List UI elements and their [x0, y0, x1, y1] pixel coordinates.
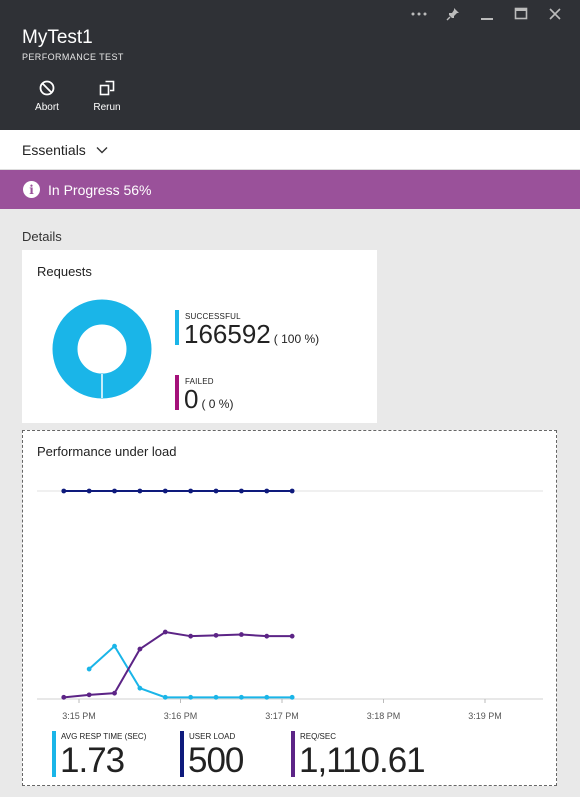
- requests-donut-chart: [52, 299, 152, 399]
- series-point-avg-resp-time-sec: [137, 685, 143, 691]
- rerun-label: Rerun: [93, 102, 121, 113]
- series-point-user-load: [86, 488, 92, 494]
- series-point-avg-resp-time-sec: [188, 694, 194, 700]
- avg-resp-time-value: 1.73: [60, 741, 125, 780]
- chart-x-tick-label: 3:18 PM: [367, 711, 401, 721]
- series-point-user-load: [188, 488, 194, 494]
- blade-subtitle: PERFORMANCE TEST: [22, 52, 124, 62]
- failed-percent: ( 0 %): [201, 397, 234, 411]
- series-point-user-load: [239, 488, 244, 494]
- successful-count: 166592: [184, 319, 271, 349]
- chart-x-tick-label: 3:17 PM: [265, 711, 299, 721]
- chart-x-tick-label: 3:15 PM: [62, 711, 96, 721]
- series-point-avg-resp-time-sec: [112, 643, 117, 649]
- series-point-avg-resp-time-sec: [264, 694, 270, 700]
- abort-button[interactable]: Abort: [25, 78, 69, 113]
- successful-percent: ( 100 %): [273, 332, 320, 346]
- chart-x-tick-label: 3:19 PM: [468, 711, 502, 721]
- series-point-user-load: [162, 488, 168, 494]
- maximize-icon[interactable]: [504, 4, 538, 24]
- performance-line-chart: 3:15 PM 3:16 PM 3:17 PM 3:18 PM 3:19 PM: [37, 488, 543, 721]
- close-icon[interactable]: [538, 4, 572, 24]
- essentials-toggle[interactable]: Essentials: [0, 130, 580, 170]
- chart-x-tick-label: 3:16 PM: [164, 711, 198, 721]
- abort-icon: [25, 78, 69, 98]
- successful-value-line: 166592( 100 %): [184, 319, 319, 350]
- req-per-sec-label: REQ/SEC: [300, 732, 337, 741]
- series-point-req-sec: [188, 633, 194, 639]
- successful-color-bar: [175, 310, 179, 345]
- series-point-req-sec: [112, 690, 117, 696]
- series-point-avg-resp-time-sec: [86, 666, 92, 672]
- pin-icon[interactable]: [436, 4, 470, 24]
- info-icon: i: [23, 181, 40, 198]
- user-load-value: 500: [188, 741, 244, 780]
- failed-value-line: 0( 0 %): [184, 384, 233, 415]
- requests-tile[interactable]: Requests SUCCESSFUL 166592( 100 %) FAILE…: [22, 250, 377, 423]
- performance-tile[interactable]: Performance under load 3:15 PM 3:16 PM 3:1…: [22, 430, 557, 786]
- blade-header: MyTest1 PERFORMANCE TEST Abort Rerun: [0, 0, 580, 130]
- series-point-user-load: [264, 488, 270, 494]
- user-load-color-bar: [180, 731, 184, 777]
- failed-count: 0: [184, 384, 199, 414]
- window-controls: [402, 4, 572, 24]
- abort-label: Abort: [35, 102, 59, 113]
- status-banner: i In Progress 56%: [0, 170, 580, 209]
- minimize-icon[interactable]: [470, 4, 504, 24]
- essentials-label: Essentials: [22, 141, 86, 158]
- series-point-req-sec: [239, 632, 244, 637]
- series-line-avg-resp-time-sec: [88, 644, 293, 699]
- rerun-icon: [85, 78, 129, 98]
- series-line-req-sec: [63, 630, 293, 699]
- blade-title: MyTest1: [22, 27, 93, 48]
- series-point-req-sec: [61, 694, 67, 700]
- series-point-user-load: [61, 488, 67, 494]
- series-point-req-sec: [86, 692, 92, 698]
- series-point-user-load: [112, 488, 117, 494]
- series-point-avg-resp-time-sec: [289, 694, 295, 700]
- series-point-user-load: [137, 488, 143, 494]
- requests-title: Requests: [37, 264, 92, 279]
- status-text: In Progress 56%: [48, 181, 152, 198]
- series-point-req-sec: [289, 633, 295, 639]
- series-point-avg-resp-time-sec: [239, 694, 244, 700]
- failed-color-bar: [175, 375, 179, 410]
- more-icon[interactable]: [402, 4, 436, 24]
- avg-resp-time-color-bar: [52, 731, 56, 777]
- series-point-req-sec: [213, 632, 219, 638]
- req-per-sec-color-bar: [291, 731, 295, 777]
- series-point-req-sec: [264, 633, 270, 639]
- series-point-req-sec: [162, 629, 168, 635]
- series-point-avg-resp-time-sec: [213, 694, 219, 700]
- avg-resp-time-label: AVG RESP TIME (SEC): [61, 732, 147, 741]
- details-heading: Details: [22, 229, 62, 244]
- rerun-button[interactable]: Rerun: [85, 78, 129, 113]
- series-point-avg-resp-time-sec: [162, 694, 168, 700]
- user-load-label: USER LOAD: [189, 732, 236, 741]
- series-point-user-load: [289, 488, 295, 494]
- series-point-req-sec: [137, 646, 143, 652]
- series-point-user-load: [213, 488, 219, 494]
- chevron-down-icon: [96, 146, 108, 154]
- req-per-sec-value: 1,110.61: [299, 741, 426, 780]
